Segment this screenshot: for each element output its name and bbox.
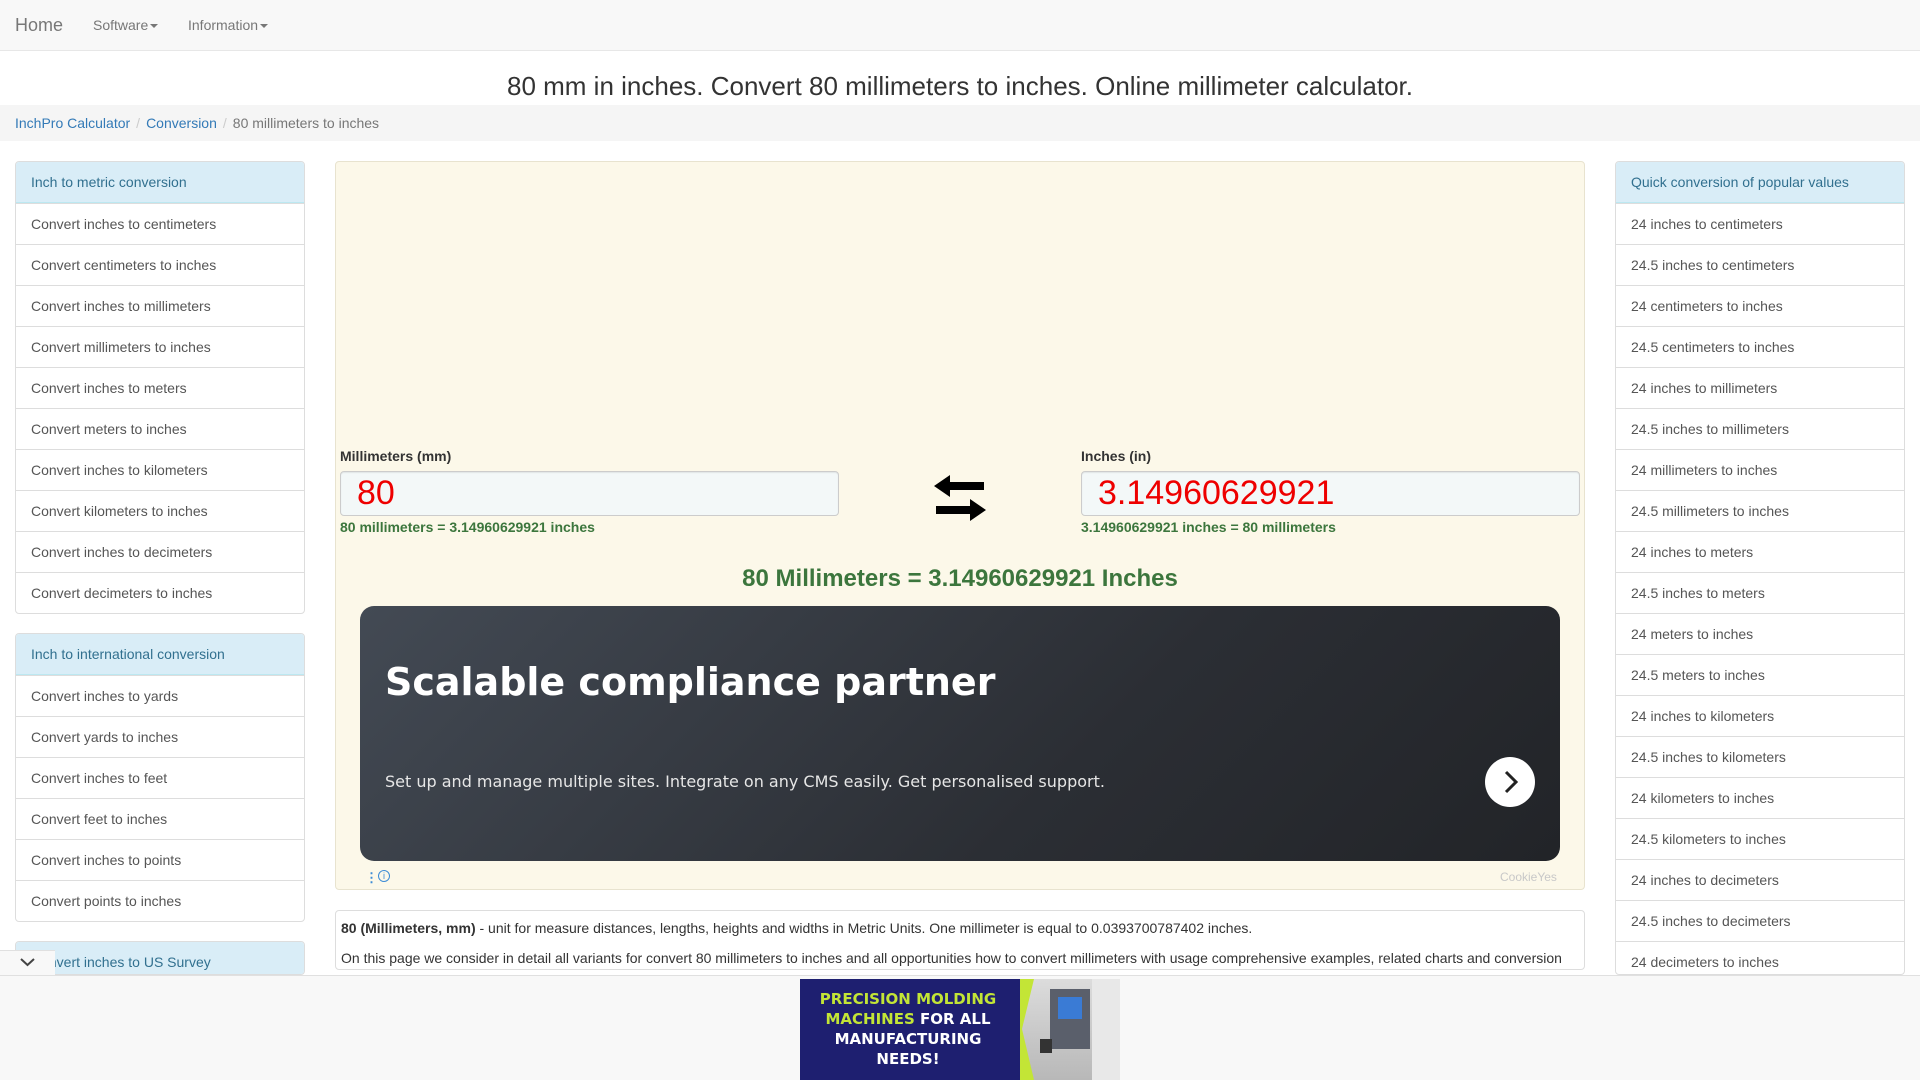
popular-link[interactable]: 24.5 millimeters to inches	[1616, 490, 1904, 531]
bottom-ad-banner[interactable]: PRECISION MOLDING MACHINES FOR ALL MANUF…	[800, 979, 1120, 1080]
swap-arrows-icon[interactable]	[934, 473, 986, 523]
bottom-ad-line2-highlight: MACHINES	[825, 1010, 915, 1028]
ad-info-icon[interactable]: i	[378, 870, 390, 882]
inches-input[interactable]	[1081, 471, 1580, 516]
ad-text: Set up and manage multiple sites. Integr…	[385, 772, 1105, 791]
sidebar-link[interactable]: Convert millimeters to inches	[16, 326, 304, 367]
popular-link[interactable]: 24.5 centimeters to inches	[1616, 326, 1904, 367]
breadcrumb-home-link[interactable]: InchPro Calculator	[15, 115, 130, 131]
machine-image	[1020, 979, 1120, 1080]
bottom-ad-line3: MANUFACTURING	[834, 1030, 982, 1048]
popular-link[interactable]: 24 meters to inches	[1616, 613, 1904, 654]
ad-brand-label: CookieYes	[1500, 870, 1557, 884]
bottom-ad-line4: NEEDS!	[876, 1050, 940, 1068]
sidebar-link[interactable]: Convert centimeters to inches	[16, 244, 304, 285]
sidebar-link[interactable]: Convert inches to millimeters	[16, 285, 304, 326]
popular-link[interactable]: 24.5 kilometers to inches	[1616, 818, 1904, 859]
sidebar-link[interactable]: Convert points to inches	[16, 880, 304, 921]
inches-label: Inches (in)	[1081, 448, 1152, 464]
popular-link[interactable]: 24.5 inches to decimeters	[1616, 900, 1904, 941]
caret-down-icon	[260, 24, 269, 29]
chevron-right-icon	[1504, 770, 1519, 794]
sidebar-link[interactable]: Convert inches to feet	[16, 757, 304, 798]
ad-title: Scalable compliance partner	[385, 660, 996, 704]
sidebar-metric-group: Inch to metric conversion Convert inches…	[15, 161, 305, 614]
millimeters-help: 80 millimeters = 3.14960629921 inches	[340, 519, 595, 535]
popular-link[interactable]: 24.5 inches to centimeters	[1616, 244, 1904, 285]
millimeters-label: Millimeters (mm)	[340, 448, 452, 464]
sidebar-link[interactable]: Convert inches to centimeters	[16, 203, 304, 244]
sidebar-international-heading: Inch to international conversion	[16, 634, 304, 675]
sidebar-link[interactable]: Convert meters to inches	[16, 408, 304, 449]
popular-link[interactable]: 24 centimeters to inches	[1616, 285, 1904, 326]
popular-link[interactable]: 24 inches to decimeters	[1616, 859, 1904, 900]
sidebar-link[interactable]: Convert feet to inches	[16, 798, 304, 839]
swap-arrows-icon	[934, 475, 986, 521]
description-paragraph: On this page we consider in detail all v…	[341, 949, 1562, 966]
popular-link[interactable]: 24.5 inches to kilometers	[1616, 736, 1904, 777]
bottom-ad-line2: FOR ALL	[914, 1010, 991, 1028]
popular-link[interactable]: 24 millimeters to inches	[1616, 449, 1904, 490]
caret-down-icon	[150, 24, 159, 29]
sidebar-popular-heading: Quick conversion of popular values	[1616, 162, 1904, 203]
ad-banner[interactable]: Scalable compliance partner Set up and m…	[360, 606, 1560, 861]
millimeters-input[interactable]	[340, 471, 839, 516]
bottom-ad-text: PRECISION MOLDING MACHINES FOR ALL MANUF…	[808, 989, 1008, 1069]
collapse-ad-button[interactable]	[0, 950, 55, 975]
inches-help: 3.14960629921 inches = 80 millimeters	[1081, 519, 1336, 535]
breadcrumb-conversion-link[interactable]: Conversion	[146, 115, 217, 131]
nav-software-menu[interactable]: Software	[93, 17, 159, 33]
sidebar-link[interactable]: Convert yards to inches	[16, 716, 304, 757]
sidebar-us-survey-heading: Convert inches to US Survey	[16, 942, 304, 974]
description-term: 80 (Millimeters, mm)	[341, 920, 476, 936]
nav-information-menu[interactable]: Information	[188, 17, 269, 33]
popular-link[interactable]: 24.5 meters to inches	[1616, 654, 1904, 695]
sidebar-link[interactable]: Convert inches to kilometers	[16, 449, 304, 490]
sidebar-link[interactable]: Convert kilometers to inches	[16, 490, 304, 531]
popular-link[interactable]: 24 inches to centimeters	[1616, 203, 1904, 244]
chevron-down-icon	[20, 958, 35, 967]
description-definition: 80 (Millimeters, mm) - unit for measure …	[341, 919, 1579, 939]
breadcrumb-separator: /	[136, 115, 141, 131]
description-definition-text: - unit for measure distances, lengths, h…	[475, 920, 1253, 936]
nav-home-link[interactable]: Home	[15, 15, 63, 36]
sidebar-international-group: Inch to international conversion Convert…	[15, 633, 305, 922]
nav-information-label: Information	[188, 17, 259, 33]
description-panel: 80 (Millimeters, mm) - unit for measure …	[335, 910, 1585, 970]
breadcrumb: InchPro Calculator / Conversion / 80 millime…	[0, 105, 1920, 141]
popular-link[interactable]: 24.5 inches to millimeters	[1616, 408, 1904, 449]
page-title: 80 mm in inches. Convert 80 millimeters …	[506, 71, 1413, 101]
breadcrumb-current: 80 millimeters to inches	[232, 115, 380, 131]
conversion-result: 80 Millimeters = 3.14960629921 Inches	[742, 565, 1178, 592]
popular-link[interactable]: 24 kilometers to inches	[1616, 777, 1904, 818]
sidebar-link[interactable]: Convert inches to yards	[16, 675, 304, 716]
sidebar-link[interactable]: Convert inches to points	[16, 839, 304, 880]
bottom-ad-line1: PRECISION MOLDING	[819, 990, 997, 1008]
popular-link[interactable]: 24 decimeters to inches	[1616, 941, 1904, 974]
popular-link[interactable]: 24 inches to millimeters	[1616, 367, 1904, 408]
breadcrumb-separator: /	[222, 115, 227, 131]
machine-image	[1020, 979, 1120, 1080]
popular-link[interactable]: 24 inches to kilometers	[1616, 695, 1904, 736]
ad-options-icon[interactable]: ⋮	[365, 870, 378, 886]
sidebar-metric-heading: Inch to metric conversion	[16, 162, 304, 203]
nav-software-label: Software	[93, 17, 149, 33]
sidebar-link[interactable]: Convert inches to meters	[16, 367, 304, 408]
top-navbar: Home Software Information	[0, 0, 1920, 51]
ad-next-button[interactable]	[1485, 757, 1535, 807]
sidebar-us-survey-group: Convert inches to US Survey	[15, 941, 305, 975]
